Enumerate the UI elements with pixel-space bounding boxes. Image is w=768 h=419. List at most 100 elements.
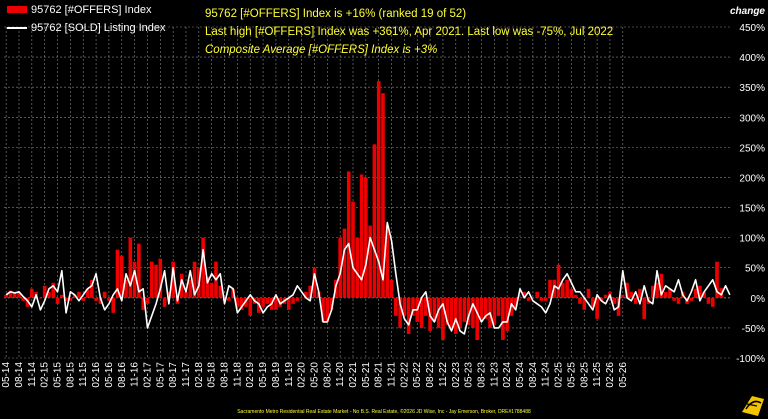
- offers-bar: [689, 297, 694, 301]
- offers-bar: [535, 291, 539, 298]
- x-tick-label: 08-22: [425, 362, 436, 388]
- x-tick-label: 08-16: [117, 362, 128, 388]
- x-tick-label: 11-19: [284, 362, 295, 387]
- offers-bar: [346, 171, 351, 298]
- offers-bar: [355, 237, 360, 298]
- x-tick-label: 11-25: [592, 362, 603, 387]
- x-tick-label: 05-25: [566, 362, 577, 388]
- offers-bar: [569, 288, 574, 298]
- offers-bar: [573, 294, 578, 298]
- offers-bar: [458, 297, 462, 328]
- offers-bar: [672, 297, 676, 301]
- offers-bar: [295, 297, 300, 301]
- offers-bar: [38, 297, 43, 299]
- y-tick-label: -100%: [736, 354, 765, 365]
- y-tick-label: 450%: [739, 23, 765, 34]
- offers-bar: [586, 288, 591, 298]
- offers-bar: [299, 297, 304, 299]
- y-tick-label: -50%: [742, 324, 765, 335]
- offers-bar: [633, 297, 638, 304]
- y-tick-label: 50%: [745, 264, 765, 275]
- x-tick-label: 05-19: [258, 362, 269, 388]
- offers-bar: [145, 297, 150, 304]
- offers-bar: [372, 144, 377, 298]
- legend-swatch-offers: [7, 6, 27, 13]
- x-tick-label: 02-15: [40, 362, 51, 388]
- y-tick-label: 300%: [739, 113, 765, 124]
- x-tick-label: 02-20: [297, 362, 308, 388]
- offers-bar: [368, 225, 372, 298]
- offers-bar: [471, 297, 475, 328]
- x-tick-label: 08-21: [374, 362, 385, 388]
- offers-bar: [475, 297, 479, 340]
- x-tick-label: 11-14: [27, 362, 38, 387]
- x-tick-label: 05-24: [515, 362, 526, 388]
- offers-bar: [60, 294, 64, 298]
- offers-bar: [449, 297, 454, 328]
- offers-bar: [94, 297, 98, 301]
- y-tick-label: 100%: [739, 234, 765, 245]
- x-tick-label: 08-24: [528, 362, 539, 388]
- y-tick-label: 0%: [751, 294, 766, 305]
- summary-line-high-low: Last high [#OFFERS] Index was +361%, Apr…: [205, 26, 613, 38]
- offers-bar: [188, 279, 193, 298]
- offers-bar: [149, 261, 154, 298]
- offers-bar: [526, 297, 531, 301]
- offers-bar: [4, 294, 8, 298]
- x-tick-label: 02-23: [451, 362, 462, 388]
- x-tick-label: 05-18: [207, 362, 218, 388]
- offers-bar: [556, 264, 561, 298]
- x-tick-label: 11-16: [130, 362, 141, 387]
- legend-label-offers: 95762 [#OFFERS] Index: [31, 4, 152, 16]
- y-tick-label: 200%: [739, 173, 765, 184]
- offers-bar: [621, 294, 625, 298]
- x-tick-label: 08-20: [322, 362, 333, 388]
- y-tick-label: 400%: [739, 53, 765, 64]
- offers-bar: [706, 297, 711, 304]
- offers-bar: [663, 291, 668, 298]
- x-tick-label: 05-23: [464, 362, 475, 388]
- offers-bar: [539, 297, 544, 301]
- offers-bar: [30, 288, 34, 298]
- x-tick-label: 11-22: [438, 362, 449, 387]
- offers-bar: [291, 297, 295, 304]
- offers-bar: [389, 279, 394, 298]
- offers-bar: [342, 228, 347, 298]
- offers-bar: [265, 297, 270, 304]
- offers-bar: [603, 294, 608, 298]
- footer-credit: Sacramento Metro Residential Real Estate…: [237, 408, 531, 415]
- offers-bar: [394, 297, 398, 316]
- x-tick-label: 05-15: [53, 362, 64, 388]
- offers-bar: [561, 282, 565, 298]
- y-tick-label: 250%: [739, 143, 765, 154]
- offers-bar: [102, 291, 107, 298]
- offers-bar: [162, 297, 167, 307]
- x-tick-label: 05-14: [1, 362, 12, 388]
- x-tick-label: 11-24: [541, 362, 552, 387]
- offers-bar: [710, 297, 715, 307]
- offers-bar: [406, 297, 411, 334]
- offers-index-chart: 450% 400% 350% 300% 250% 200% 150% 100% 50% 0% -50…: [0, 0, 768, 419]
- legend-label-sold: 95762 [SOLD] Listing Index: [31, 22, 166, 34]
- x-tick-label: 02-21: [348, 362, 359, 388]
- x-tick-label: 11-17: [181, 362, 192, 387]
- x-axis-tick-labels: 05-14 08-14 11-14 02-15 05-15 08-15 11-15 02-16…: [1, 362, 629, 388]
- offers-bar: [111, 297, 115, 313]
- x-tick-label: 11-23: [489, 362, 500, 387]
- offers-bar: [501, 297, 505, 340]
- y-axis-label: change: [730, 6, 765, 17]
- summary-line-composite: Composite Average [#OFFERS] Index is +3%: [205, 44, 437, 56]
- x-tick-label: 08-18: [220, 362, 231, 388]
- x-tick-label: 02-22: [399, 362, 410, 388]
- x-tick-label: 02-16: [91, 362, 102, 388]
- offers-bar: [543, 297, 548, 301]
- offers-bar: [274, 297, 278, 310]
- x-tick-label: 08-15: [65, 362, 76, 388]
- x-tick-label: 05-17: [155, 362, 166, 388]
- offers-bar: [453, 297, 458, 334]
- offers-bar: [496, 297, 501, 316]
- offers-bar: [55, 297, 60, 304]
- offers-bar: [261, 297, 265, 307]
- x-tick-label: 05-21: [361, 362, 372, 388]
- offers-bar: [351, 201, 355, 298]
